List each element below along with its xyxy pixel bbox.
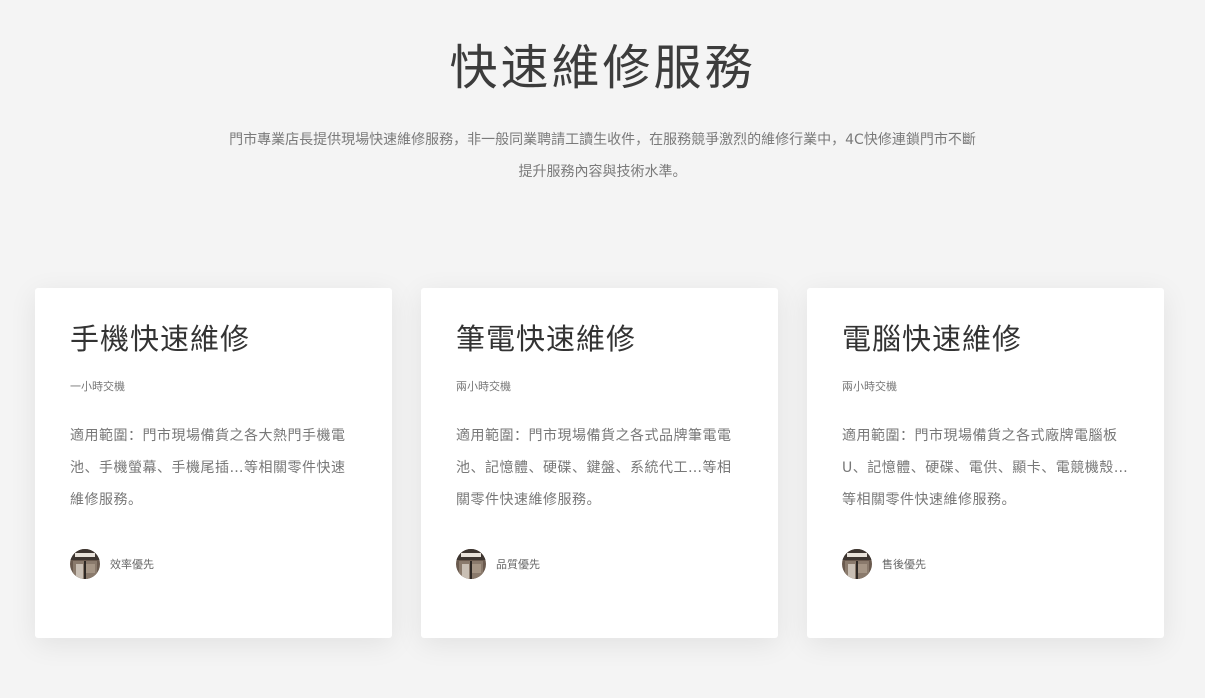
card-footer-label: 品質優先 <box>496 558 540 571</box>
service-cards: 手機快速維修 一小時交機 適用範圍：門市現場備貨之各大熱門手機電池、手機螢幕、手… <box>0 288 1205 638</box>
storefront-photo-avatar-icon <box>456 549 486 579</box>
service-card-laptop[interactable]: 筆電快速維修 兩小時交機 適用範圍：門市現場備貨之各式品牌筆電電池、記憶體、硬碟… <box>421 288 778 638</box>
card-title: 手機快速維修 <box>70 322 251 356</box>
section-title: 快速維修服務 <box>449 40 756 96</box>
card-footer: 效率優先 <box>70 549 357 579</box>
card-title: 筆電快速維修 <box>456 322 637 356</box>
card-footer: 售後優先 <box>842 549 1129 579</box>
card-subtitle: 一小時交機 <box>70 380 125 393</box>
card-description: 適用範圍：門市現場備貨之各式廠牌電腦板U、記憶體、硬碟、電供、顯卡、電競機殼…等… <box>842 428 1129 508</box>
card-description: 適用範圍：門市現場備貨之各大熱門手機電池、手機螢幕、手機尾插…等相關零件快速維修… <box>70 428 346 508</box>
card-footer: 品質優先 <box>456 549 743 579</box>
card-description: 適用範圍：門市現場備貨之各式品牌筆電電池、記憶體、硬碟、鍵盤、系統代工…等相關零… <box>456 428 732 508</box>
storefront-photo-avatar-icon <box>842 549 872 579</box>
service-card-phone[interactable]: 手機快速維修 一小時交機 適用範圍：門市現場備貨之各大熱門手機電池、手機螢幕、手… <box>35 288 392 638</box>
storefront-photo-avatar-icon <box>70 549 100 579</box>
section-intro: 門市專業店長提供現場快速維修服務，非一般同業聘請工讀生收件，在服務競爭激烈的維修… <box>229 132 976 180</box>
card-footer-label: 售後優先 <box>882 558 926 571</box>
card-subtitle: 兩小時交機 <box>456 380 511 393</box>
card-subtitle: 兩小時交機 <box>842 380 897 393</box>
service-card-desktop[interactable]: 電腦快速維修 兩小時交機 適用範圍：門市現場備貨之各式廠牌電腦板U、記憶體、硬碟… <box>807 288 1164 638</box>
card-footer-label: 效率優先 <box>110 558 154 571</box>
card-title: 電腦快速維修 <box>842 322 1023 356</box>
